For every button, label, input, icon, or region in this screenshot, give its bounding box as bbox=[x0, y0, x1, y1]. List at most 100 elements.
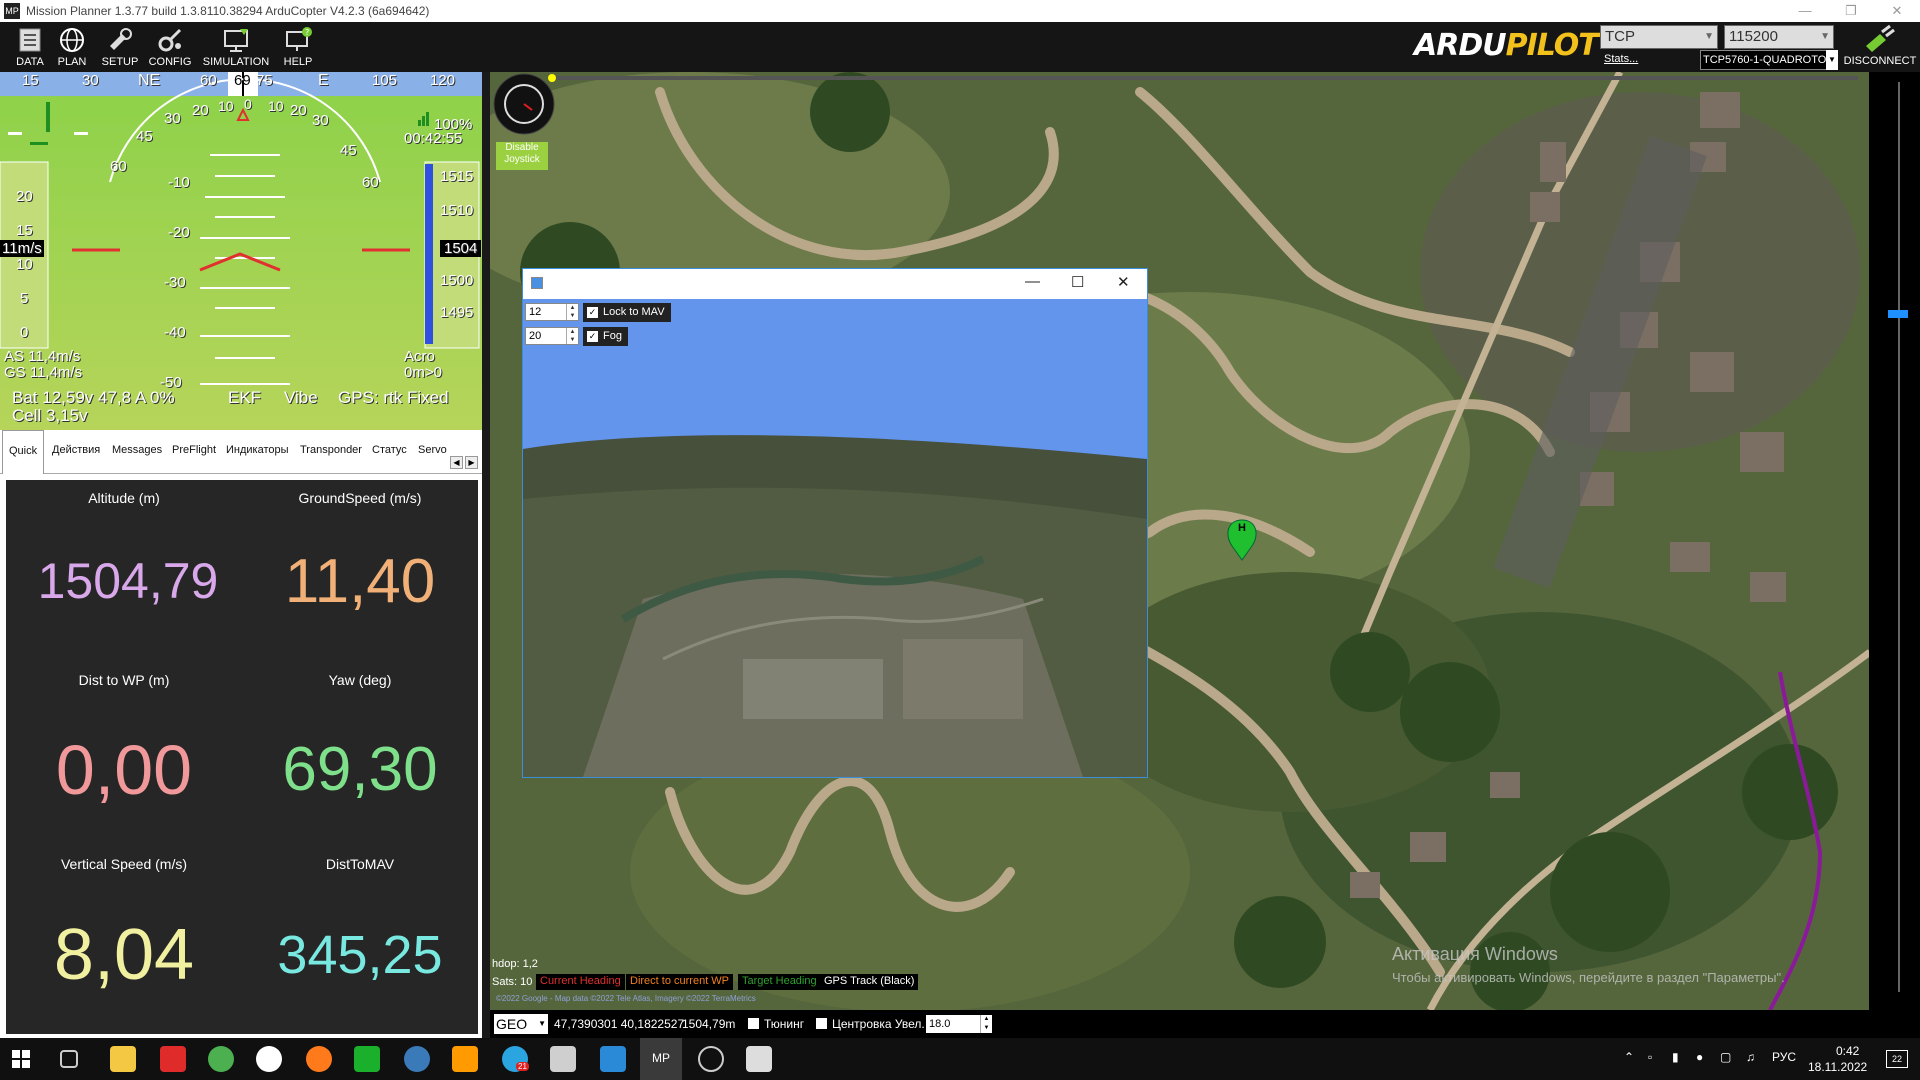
hud: 15 30 NE 60 69 75 E 105 120 30 20 10 0 1… bbox=[0, 72, 490, 430]
zoom-track bbox=[1898, 82, 1900, 992]
minimize-button[interactable]: — bbox=[1025, 273, 1040, 290]
battery-icon[interactable]: ▮ bbox=[1672, 1050, 1679, 1064]
data-icon bbox=[19, 28, 41, 52]
stats-link[interactable]: Stats... bbox=[1604, 53, 1638, 65]
stepper-arrows-icon[interactable]: ▲ ▼ bbox=[566, 328, 578, 344]
battery-status: Bat 12,59v 47,8 A 0% bbox=[12, 388, 175, 407]
drone-app-icon[interactable] bbox=[550, 1046, 576, 1072]
roll-tick: 20 bbox=[290, 102, 307, 119]
clock-date[interactable]: 18.11.2022 bbox=[1808, 1060, 1867, 1074]
tab-quick[interactable]: Quick bbox=[2, 430, 45, 474]
window-app-icon[interactable] bbox=[746, 1046, 772, 1072]
notification-center-icon[interactable]: 22 bbox=[1886, 1050, 1908, 1068]
tab-messages[interactable]: Messages bbox=[112, 444, 162, 456]
tuning-checkbox[interactable] bbox=[748, 1018, 759, 1029]
config-button[interactable]: CONFIG bbox=[140, 24, 200, 70]
fov-value: 12 bbox=[529, 306, 542, 318]
file-explorer-icon[interactable] bbox=[110, 1046, 136, 1072]
help-button[interactable]: ? HELP bbox=[268, 24, 328, 70]
tab-transponder[interactable]: Transponder bbox=[300, 444, 362, 456]
config-icon bbox=[158, 28, 182, 52]
quick-value-dist-to-wp: 0,00 bbox=[55, 731, 193, 809]
chevron-down-icon[interactable]: ▼ bbox=[1826, 50, 1838, 70]
disconnect-label: DISCONNECT bbox=[1843, 55, 1917, 67]
connection-type-select[interactable]: TCP ▼ bbox=[1600, 25, 1718, 49]
anydesk-icon[interactable] bbox=[160, 1046, 186, 1072]
simulation-label: SIMULATION bbox=[202, 56, 270, 68]
notepad-app-icon[interactable] bbox=[600, 1046, 626, 1072]
close-button[interactable]: ✕ bbox=[1874, 0, 1920, 22]
alt-tick: 1500 bbox=[440, 272, 474, 289]
setup-label: SETUP bbox=[101, 56, 139, 68]
tab-actions[interactable]: Действия bbox=[52, 444, 100, 456]
speed-tick: 20 bbox=[16, 188, 33, 205]
fog-checkbox[interactable]: ✓ Fog bbox=[583, 327, 628, 346]
zoom-stepper[interactable]: 18.0 ▲ ▼ bbox=[926, 1015, 992, 1033]
maximize-button[interactable]: ☐ bbox=[1071, 273, 1084, 291]
roll-tick: 30 bbox=[312, 112, 329, 129]
speed-tick: 15 bbox=[16, 222, 33, 239]
plug-icon bbox=[1866, 24, 1895, 52]
stepper-arrows-icon[interactable]: ▲ ▼ bbox=[566, 304, 578, 320]
display-icon[interactable]: ▢ bbox=[1720, 1050, 1731, 1064]
map-copyright: ©2022 Google - Map data ©2022 Tele Atlas… bbox=[496, 994, 756, 1003]
simulation-button[interactable]: SIMULATION bbox=[200, 24, 272, 70]
window-controls: — ❐ ✕ bbox=[1782, 0, 1920, 22]
fov-stepper[interactable]: 12 ▲ ▼ bbox=[525, 303, 579, 321]
maximize-button[interactable]: ❐ bbox=[1828, 0, 1874, 22]
roll-tick: 10 bbox=[218, 98, 234, 114]
obs-icon[interactable] bbox=[698, 1046, 724, 1072]
lock-to-mav-checkbox[interactable]: ✓ Lock to MAV bbox=[583, 303, 671, 322]
coord-system-value: GEO bbox=[496, 1016, 528, 1032]
roll-tick: 20 bbox=[192, 102, 209, 119]
quick-grid: Altitude (m) 1504,79 GroundSpeed (m/s) 1… bbox=[6, 480, 478, 1034]
microphone-icon[interactable]: ● bbox=[1696, 1050, 1703, 1064]
yandex-browser-icon[interactable] bbox=[256, 1046, 282, 1072]
sublime-icon[interactable] bbox=[452, 1046, 478, 1072]
chrome-icon[interactable] bbox=[208, 1046, 234, 1072]
disconnect-button[interactable]: DISCONNECT bbox=[1840, 24, 1920, 72]
firefox-icon[interactable] bbox=[306, 1046, 332, 1072]
volume-icon[interactable]: ♫ bbox=[1746, 1050, 1755, 1064]
pycharm-icon[interactable] bbox=[354, 1046, 380, 1072]
distance-stepper[interactable]: 20 ▲ ▼ bbox=[525, 327, 579, 345]
groundspeed-text: GS 11,4m/s bbox=[4, 364, 83, 381]
tab-status[interactable]: Статус bbox=[372, 444, 407, 456]
tab-servo[interactable]: Servo bbox=[418, 444, 447, 456]
port-select[interactable]: TCP5760-1-QUADROTOR bbox=[1700, 50, 1833, 70]
heading-tick: 60 bbox=[200, 72, 217, 89]
quick-value-vertical-speed: 8,04 bbox=[53, 915, 195, 995]
baud-rate-select[interactable]: 115200 ▼ bbox=[1724, 25, 1834, 49]
zoom-thumb[interactable] bbox=[1888, 310, 1908, 318]
quick-value-altitude: 1504,79 bbox=[37, 553, 219, 609]
windows-start-icon[interactable] bbox=[12, 1050, 30, 1068]
close-button[interactable]: ✕ bbox=[1117, 273, 1130, 291]
windows-activation-title: Активация Windows bbox=[1392, 944, 1558, 964]
clock-time[interactable]: 0:42 bbox=[1836, 1044, 1859, 1058]
globe-app-icon[interactable] bbox=[404, 1046, 430, 1072]
minimize-button[interactable]: — bbox=[1782, 0, 1828, 22]
map-3d-view[interactable]: 12 ▲ ▼ 20 ▲ ▼ ✓ Lock to MAV ✓ Fog bbox=[523, 299, 1147, 777]
sats-text: Sats: 10 bbox=[492, 976, 533, 988]
stepper-arrows-icon[interactable]: ▲ ▼ bbox=[980, 1015, 992, 1033]
quick-label-yaw: Yaw (deg) bbox=[328, 672, 392, 688]
tab-scroll-right-button[interactable]: ▶ bbox=[465, 456, 478, 469]
windows-activation-subtitle: Чтобы активировать Windows, перейдите в … bbox=[1392, 970, 1785, 985]
chevron-up-icon[interactable]: ⌃ bbox=[1624, 1050, 1634, 1064]
tab-scroll-left-button[interactable]: ◀ bbox=[450, 456, 463, 469]
tuning-label: Тюнинг bbox=[764, 1017, 805, 1031]
tab-preflight[interactable]: PreFlight bbox=[172, 444, 216, 456]
language-indicator[interactable]: РУС bbox=[1772, 1050, 1796, 1064]
disable-joystick-button[interactable]: Disable Joystick bbox=[496, 142, 548, 170]
tab-gauges[interactable]: Индикаторы bbox=[226, 444, 289, 456]
network-icon[interactable]: ▫ bbox=[1648, 1050, 1652, 1064]
map-zoom-slider[interactable] bbox=[1880, 72, 1920, 1010]
roll-tick: 30 bbox=[164, 110, 181, 127]
center-zoom-checkbox[interactable] bbox=[816, 1018, 827, 1029]
fog-label: Fog bbox=[603, 330, 622, 342]
heading-current: 69 bbox=[234, 72, 251, 89]
vibe-status[interactable]: Vibe bbox=[284, 388, 318, 408]
ekf-status[interactable]: EKF bbox=[228, 388, 261, 408]
task-view-icon[interactable] bbox=[60, 1050, 78, 1068]
coord-system-select[interactable]: GEO ▼ bbox=[494, 1014, 548, 1034]
